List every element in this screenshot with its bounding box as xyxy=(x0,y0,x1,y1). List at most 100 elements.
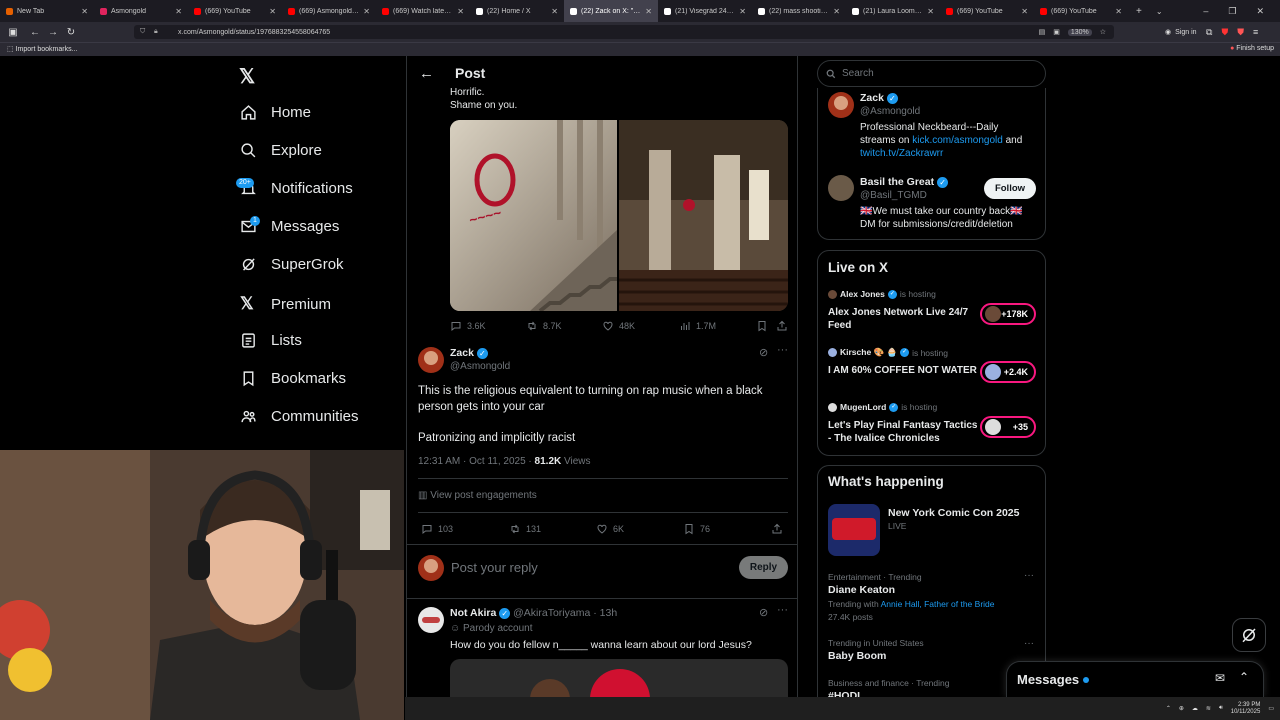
avatar[interactable] xyxy=(418,347,444,373)
grok-icon[interactable]: ⊘ xyxy=(759,346,768,359)
new-tab-button[interactable]: + xyxy=(1136,6,1142,17)
new-message-icon[interactable]: ✉ xyxy=(1215,671,1225,685)
view-engagements-link[interactable]: ▥ View post engagements xyxy=(418,490,537,501)
x-logo-icon[interactable]: 𝕏 xyxy=(239,64,255,89)
browser-tab[interactable]: (669) YouTube ✕ xyxy=(1034,0,1128,22)
avatar[interactable] xyxy=(418,607,444,633)
browser-tab[interactable]: Asmongold ✕ xyxy=(94,0,188,22)
restore-icon[interactable]: ❐ xyxy=(1228,6,1236,17)
zoom-level[interactable]: 130% xyxy=(1067,28,1092,36)
comic-con-thumbnail[interactable] xyxy=(828,504,880,556)
browser-tab[interactable]: (21) Laura Loomer (@La✕ xyxy=(846,0,940,22)
import-bookmarks-link[interactable]: ⬚ Import bookmarks... xyxy=(7,45,77,53)
quoted-like-button[interactable]: 48K xyxy=(602,320,635,332)
browser-tab[interactable]: (21) Visegrád 24 (@vise✕ xyxy=(658,0,752,22)
nav-supergrok[interactable]: SuperGrok xyxy=(240,256,344,273)
nav-explore[interactable]: Explore xyxy=(240,142,322,159)
nav-communities[interactable]: Communities xyxy=(240,408,359,425)
address-bar[interactable]: ⛉ 🔒︎ x.com/Asmongold/status/197688325455… xyxy=(134,25,1114,39)
more-icon[interactable]: ··· xyxy=(1024,570,1034,581)
reply-time[interactable]: · 13h xyxy=(593,607,617,619)
nav-bookmarks[interactable]: Bookmarks xyxy=(240,370,346,387)
twitch-link[interactable]: twitch.tv/Zackrawrr xyxy=(860,147,1040,160)
relevant-name[interactable]: Basil the Great ✓ xyxy=(860,176,949,188)
notification-center-icon[interactable]: ▭ xyxy=(1268,705,1274,712)
close-tab-icon[interactable]: ✕ xyxy=(833,7,840,16)
repost-button[interactable]: 131 xyxy=(509,523,541,535)
forward-arrow-icon[interactable]: → xyxy=(44,27,62,38)
reply-submit-button[interactable]: Reply xyxy=(739,556,788,579)
close-tab-icon[interactable]: ✕ xyxy=(1021,7,1028,16)
browser-tab[interactable]: (669) Asmongold plays F✕ xyxy=(282,0,376,22)
more-icon[interactable]: ··· xyxy=(777,604,788,616)
clock[interactable]: 2:39 PM 10/11/2025 xyxy=(1231,702,1261,716)
back-arrow-icon[interactable]: ← xyxy=(419,65,434,82)
reply-handle[interactable]: @AkiraToriyama xyxy=(513,607,590,619)
extension-badge-icon[interactable]: ⛊ xyxy=(1237,27,1244,38)
back-arrow-icon[interactable]: ← xyxy=(26,27,44,38)
post-author[interactable]: Zack ✓ xyxy=(450,347,488,359)
event-title[interactable]: New York Comic Con 2025 xyxy=(888,507,1020,519)
close-tab-icon[interactable]: ✕ xyxy=(645,7,652,16)
browser-tab[interactable]: (669) Watch later - YouT✕ xyxy=(376,0,470,22)
tray-chevron-icon[interactable]: ⌃ xyxy=(1166,705,1171,712)
sidebar-toggle-icon[interactable]: ▣ xyxy=(4,27,22,38)
post-handle[interactable]: @Asmongold xyxy=(450,361,510,372)
live-listeners-pill[interactable]: +178K xyxy=(980,303,1036,325)
trend-name[interactable]: Diane Keaton xyxy=(828,584,895,596)
reply-author[interactable]: Not Akira xyxy=(450,607,496,619)
quoted-share-button[interactable] xyxy=(776,320,788,332)
menu-icon[interactable]: ≡ xyxy=(1253,27,1258,38)
relevant-name[interactable]: Zack ✓ xyxy=(860,92,898,104)
sign-in-button[interactable]: ◉ Sign in xyxy=(1165,28,1197,37)
share-button[interactable] xyxy=(771,523,783,535)
close-tab-icon[interactable]: ✕ xyxy=(457,7,464,16)
picture-icon[interactable]: ▣ xyxy=(1053,28,1060,36)
browser-tab[interactable]: (22) Zack on X: "@Basil✕ xyxy=(564,0,658,22)
extensions-icon[interactable]: ⧉ xyxy=(1206,27,1212,38)
reply-button[interactable]: 103 xyxy=(421,523,453,535)
reply-media[interactable] xyxy=(450,659,788,698)
close-window-icon[interactable]: ✕ xyxy=(1256,6,1264,17)
quoted-reply-button[interactable]: 3.6K xyxy=(450,320,486,332)
close-tab-icon[interactable]: ✕ xyxy=(1115,7,1122,16)
volume-icon[interactable]: 🔊︎ xyxy=(1219,705,1223,712)
close-tab-icon[interactable]: ✕ xyxy=(739,7,746,16)
browser-tab[interactable]: New Tab ✕ xyxy=(0,0,94,22)
avatar[interactable] xyxy=(828,92,854,118)
live-listeners-pill[interactable]: +2.4K xyxy=(980,361,1036,383)
nav-notifications[interactable]: Notifications xyxy=(240,180,353,197)
expand-icon[interactable]: ⌃ xyxy=(1239,670,1249,684)
bookmark-button[interactable]: 76 xyxy=(683,523,710,535)
quoted-bookmark-button[interactable] xyxy=(756,320,768,332)
cloud-icon[interactable]: ☁ xyxy=(1192,705,1198,712)
search-input[interactable]: Search xyxy=(817,60,1046,87)
browser-tab[interactable]: (22) mass shooting in Le✕ xyxy=(752,0,846,22)
close-tab-icon[interactable]: ✕ xyxy=(363,7,370,16)
grok-floating-button[interactable] xyxy=(1232,618,1266,652)
reload-icon[interactable]: ↻ xyxy=(62,27,80,38)
quoted-views-button[interactable]: 1.7M xyxy=(679,320,716,332)
live-listeners-pill[interactable]: +35 xyxy=(980,416,1036,438)
quoted-repost-button[interactable]: 8.7K xyxy=(526,320,562,332)
grok-icon[interactable]: ⊘ xyxy=(759,606,768,619)
network-icon[interactable]: ⊕ xyxy=(1179,705,1184,712)
ublock-icon[interactable]: ⛊ xyxy=(1221,27,1228,38)
kick-link[interactable]: kick.com/asmongold xyxy=(912,135,1003,146)
reply-input[interactable]: Post your reply xyxy=(451,560,538,575)
nav-home[interactable]: Home xyxy=(240,104,311,121)
more-icon[interactable]: ··· xyxy=(1024,638,1034,649)
close-tab-icon[interactable]: ✕ xyxy=(81,7,88,16)
nav-lists[interactable]: Lists xyxy=(240,332,302,349)
nav-premium[interactable]: 𝕏 Premium xyxy=(240,294,331,314)
browser-tab[interactable]: (669) YouTube ✕ xyxy=(188,0,282,22)
close-tab-icon[interactable]: ✕ xyxy=(927,7,934,16)
follow-button[interactable]: Follow xyxy=(984,178,1036,199)
trend-name[interactable]: Baby Boom xyxy=(828,650,886,662)
close-tab-icon[interactable]: ✕ xyxy=(551,7,558,16)
like-button[interactable]: 6K xyxy=(596,523,624,535)
browser-tab[interactable]: (669) YouTube ✕ xyxy=(940,0,1034,22)
close-tab-icon[interactable]: ✕ xyxy=(175,7,182,16)
more-icon[interactable]: ··· xyxy=(777,344,788,356)
avatar[interactable] xyxy=(828,175,854,201)
